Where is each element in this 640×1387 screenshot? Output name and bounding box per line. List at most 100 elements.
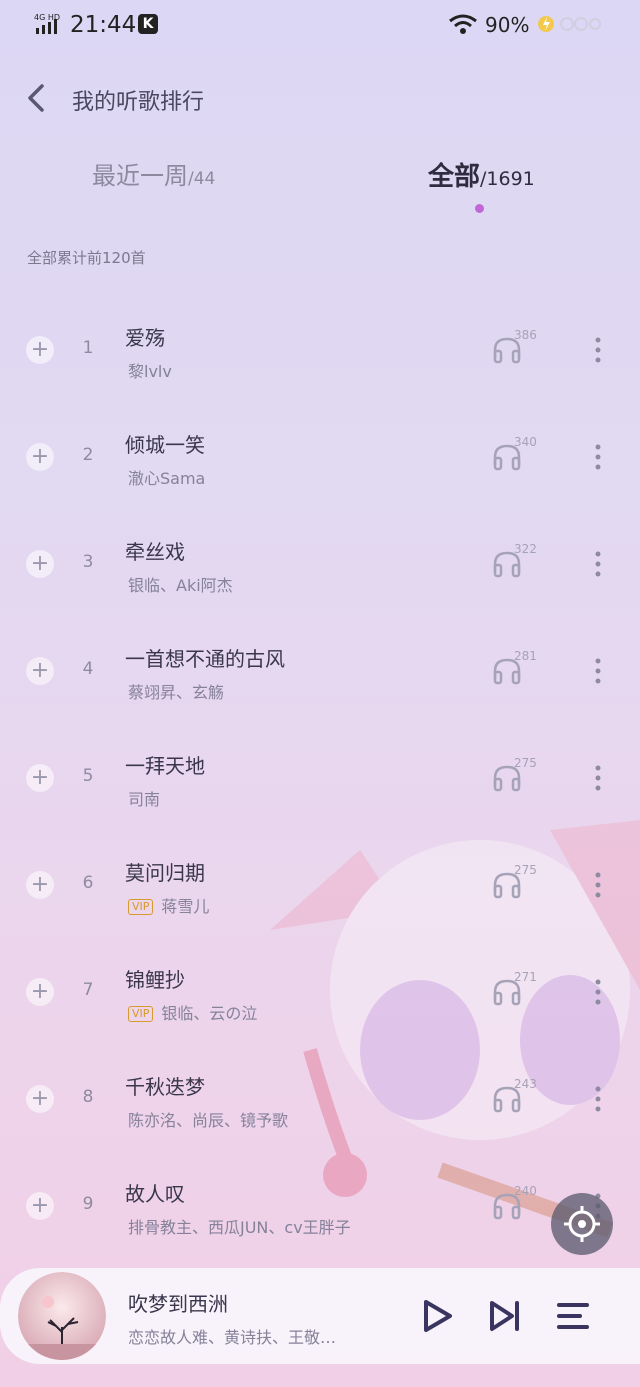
tab-recent-week[interactable]: 最近一周/44: [92, 156, 215, 191]
song-artist: 司南: [128, 790, 161, 809]
now-playing-title: 吹梦到西洲: [128, 1292, 228, 1316]
tab-label: 全部: [428, 162, 481, 192]
song-rank: 3: [82, 552, 94, 572]
now-playing-artist: 恋恋故人难、黄诗扶、王敬…: [128, 1328, 337, 1347]
add-to-playlist-button[interactable]: +: [26, 1192, 54, 1220]
song-artist: 蒋雪儿: [161, 897, 210, 916]
song-title: 莫问归期: [125, 861, 205, 885]
more-options-icon[interactable]: [592, 443, 604, 471]
more-options-icon[interactable]: [592, 550, 604, 578]
tab-count: /44: [188, 169, 216, 189]
play-count: 340: [514, 435, 537, 449]
next-track-icon[interactable]: [488, 1298, 522, 1334]
vip-badge: VIP: [128, 1006, 154, 1022]
song-rank: 2: [82, 445, 94, 465]
back-arrow-icon[interactable]: [22, 80, 50, 116]
song-row[interactable]: + 4 一首想不通的古风 蔡翊昇、玄觞 281: [0, 617, 640, 724]
battery-level: 90%: [485, 13, 530, 37]
song-artist-line: 蔡翊昇、玄觞: [128, 679, 224, 703]
song-rank: 6: [82, 873, 94, 893]
song-title: 锦鲤抄: [125, 968, 185, 992]
song-title: 故人叹: [125, 1182, 185, 1206]
play-icon[interactable]: [420, 1298, 454, 1334]
play-count: 243: [514, 1077, 537, 1091]
status-bar: 4G HD 21:44 K 90%: [0, 0, 640, 50]
play-count: 275: [514, 756, 537, 770]
play-count: 386: [514, 328, 537, 342]
more-options-icon[interactable]: [592, 1085, 604, 1113]
song-row[interactable]: + 3 牵丝戏 银临、Aki阿杰 322: [0, 510, 640, 617]
play-count: 271: [514, 970, 537, 984]
song-artist-line: 司南: [128, 786, 160, 810]
active-tab-indicator: [475, 204, 484, 213]
song-artist-line: 澈心Sama: [128, 465, 205, 489]
song-row[interactable]: + 2 倾城一笑 澈心Sama 340: [0, 403, 640, 510]
locate-current-song-button[interactable]: [551, 1193, 613, 1255]
song-artist-line: 排骨教主、西瓜JUN、cv王胖子: [128, 1214, 351, 1238]
song-artist: 陈亦洺、尚辰、镜予歌: [128, 1111, 289, 1130]
play-count: 322: [514, 542, 537, 556]
song-artist: 黎lvlv: [128, 362, 172, 381]
more-options-icon[interactable]: [592, 764, 604, 792]
signal-icon: 4G HD: [34, 13, 60, 34]
more-options-icon[interactable]: [592, 336, 604, 364]
song-row[interactable]: + 9 故人叹 排骨教主、西瓜JUN、cv王胖子 240: [0, 1152, 640, 1259]
add-to-playlist-button[interactable]: +: [26, 764, 54, 792]
add-to-playlist-button[interactable]: +: [26, 443, 54, 471]
add-to-playlist-button[interactable]: +: [26, 550, 54, 578]
song-title: 一首想不通的古风: [125, 647, 285, 671]
tab-label: 最近一周: [92, 162, 188, 190]
song-rank: 1: [82, 338, 94, 358]
song-artist: 排骨教主、西瓜JUN、cv王胖子: [128, 1218, 351, 1237]
song-artist: 蔡翊昇、玄觞: [128, 683, 225, 702]
header: 我的听歌排行: [0, 72, 640, 124]
ranking-tabs: 最近一周/44 全部/1691: [0, 156, 640, 216]
vip-badge: VIP: [128, 899, 154, 915]
song-row[interactable]: + 8 千秋迭梦 陈亦洺、尚辰、镜予歌 243: [0, 1045, 640, 1152]
song-title: 千秋迭梦: [125, 1075, 205, 1099]
song-rank: 4: [82, 659, 94, 679]
tab-count: /1691: [480, 168, 535, 190]
song-artist-line: 银临、Aki阿杰: [128, 572, 233, 596]
song-rank: 9: [82, 1194, 94, 1214]
more-options-icon[interactable]: [592, 978, 604, 1006]
album-cover[interactable]: [18, 1272, 106, 1360]
song-artist: 银临、云の泣: [161, 1004, 258, 1023]
song-artist-line: VIP 银临、云の泣: [128, 1000, 257, 1024]
song-rank: 8: [82, 1087, 94, 1107]
play-count: 240: [514, 1184, 537, 1198]
wifi-icon: [449, 14, 477, 34]
song-artist: 银临、Aki阿杰: [128, 576, 233, 595]
song-row[interactable]: + 6 莫问归期 VIP 蒋雪儿 275: [0, 831, 640, 938]
song-title: 一拜天地: [125, 754, 205, 778]
add-to-playlist-button[interactable]: +: [26, 657, 54, 685]
ranking-subtitle: 全部累计前120首: [27, 249, 146, 267]
mini-player[interactable]: 吹梦到西洲 恋恋故人难、黄诗扶、王敬…: [0, 1268, 640, 1364]
song-artist: 澈心Sama: [128, 469, 206, 488]
song-rank: 7: [82, 980, 94, 1000]
add-to-playlist-button[interactable]: +: [26, 978, 54, 1006]
more-options-icon[interactable]: [592, 657, 604, 685]
playlist-icon[interactable]: [556, 1300, 590, 1332]
song-title: 倾城一笑: [125, 433, 205, 457]
song-row[interactable]: + 7 锦鲤抄 VIP 银临、云の泣 271: [0, 938, 640, 1045]
song-artist-line: VIP 蒋雪儿: [128, 893, 209, 917]
add-to-playlist-button[interactable]: +: [26, 1085, 54, 1113]
clock: 21:44: [70, 12, 137, 38]
play-count: 281: [514, 649, 537, 663]
song-row[interactable]: + 5 一拜天地 司南 275: [0, 724, 640, 831]
add-to-playlist-button[interactable]: +: [26, 871, 54, 899]
play-count: 275: [514, 863, 537, 877]
gesture-bar: [70, 1380, 570, 1387]
charging-icon: [538, 16, 601, 32]
app-notification-badge: K: [138, 14, 158, 34]
more-options-icon[interactable]: [592, 871, 604, 899]
page-title: 我的听歌排行: [72, 90, 205, 115]
song-row[interactable]: + 1 爱殇 黎lvlv 386: [0, 296, 640, 403]
song-artist-line: 黎lvlv: [128, 358, 172, 382]
tab-all[interactable]: 全部/1691: [428, 156, 535, 193]
song-title: 爱殇: [125, 326, 165, 350]
song-artist-line: 陈亦洺、尚辰、镜予歌: [128, 1107, 288, 1131]
add-to-playlist-button[interactable]: +: [26, 336, 54, 364]
song-title: 牵丝戏: [125, 540, 185, 564]
